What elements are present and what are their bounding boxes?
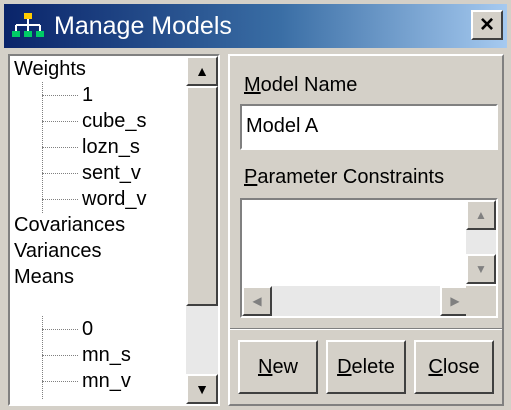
tree-item-weights[interactable]: Weights: [14, 56, 86, 82]
tree-item-lozn-s[interactable]: lozn_s: [82, 134, 140, 160]
parameter-constraints-label: Parameter Constraints: [244, 166, 445, 188]
tree-connector: [42, 173, 78, 174]
constraints-scroll-up-button[interactable]: ▲: [466, 200, 496, 230]
tree-connector: [42, 95, 78, 96]
parameter-tree[interactable]: Weights 1 cube_s lozn_s sent_v word_v Co…: [8, 54, 220, 406]
window-title: Manage Models: [54, 12, 232, 40]
delete-button[interactable]: Delete: [326, 340, 406, 394]
tree-connector: [42, 121, 78, 122]
close-window-button[interactable]: ×: [471, 10, 503, 40]
tree-item-mn-s[interactable]: mn_s: [82, 342, 131, 368]
tree-item-cube-s[interactable]: cube_s: [82, 108, 147, 134]
manage-models-window: Manage Models × Weights 1 cube_s lozn_s …: [0, 0, 511, 410]
new-button[interactable]: New: [238, 340, 318, 394]
scrollbar-corner: [466, 286, 496, 316]
constraints-scroll-left-button[interactable]: ◀: [242, 286, 272, 316]
tree-connector: [42, 381, 78, 382]
constraints-horizontal-scrollbar[interactable]: ◀ ▶: [242, 286, 470, 316]
scroll-up-button[interactable]: ▲: [186, 56, 218, 86]
tree-vertical-scrollbar[interactable]: ▲ ▼: [186, 56, 218, 404]
tree-item-mean-0[interactable]: 0: [82, 316, 93, 342]
tree-item-sent-v[interactable]: sent_v: [82, 160, 141, 186]
button-divider: [230, 328, 502, 330]
tree-connector: [42, 355, 78, 356]
tree-item-mn-v[interactable]: mn_v: [82, 368, 131, 394]
tree-connector: [42, 329, 78, 330]
tree-connector: [42, 199, 78, 200]
parameter-constraints-textarea[interactable]: ▲ ▼ ◀ ▶: [240, 198, 498, 318]
model-details-panel: Model Name Model A Parameter Constraints…: [228, 54, 504, 406]
tree-item-word-v[interactable]: word_v: [82, 186, 146, 212]
scroll-down-button[interactable]: ▼: [186, 374, 218, 404]
model-tree-icon: [12, 13, 44, 37]
title-bar[interactable]: Manage Models ×: [4, 4, 507, 48]
model-name-label: Model Name: [244, 74, 358, 96]
tree-item-covariances[interactable]: Covariances: [14, 212, 125, 238]
tree-item-means[interactable]: Means: [14, 264, 74, 290]
scroll-thumb[interactable]: [186, 86, 218, 306]
constraints-vertical-scrollbar[interactable]: ▲ ▼: [466, 200, 496, 284]
constraints-scroll-down-button[interactable]: ▼: [466, 254, 496, 284]
tree-item-variances[interactable]: Variances: [14, 238, 101, 264]
tree-item-weight-1[interactable]: 1: [82, 82, 93, 108]
close-button[interactable]: Close: [414, 340, 494, 394]
tree-connector: [42, 147, 78, 148]
model-name-input[interactable]: Model A: [240, 104, 498, 150]
